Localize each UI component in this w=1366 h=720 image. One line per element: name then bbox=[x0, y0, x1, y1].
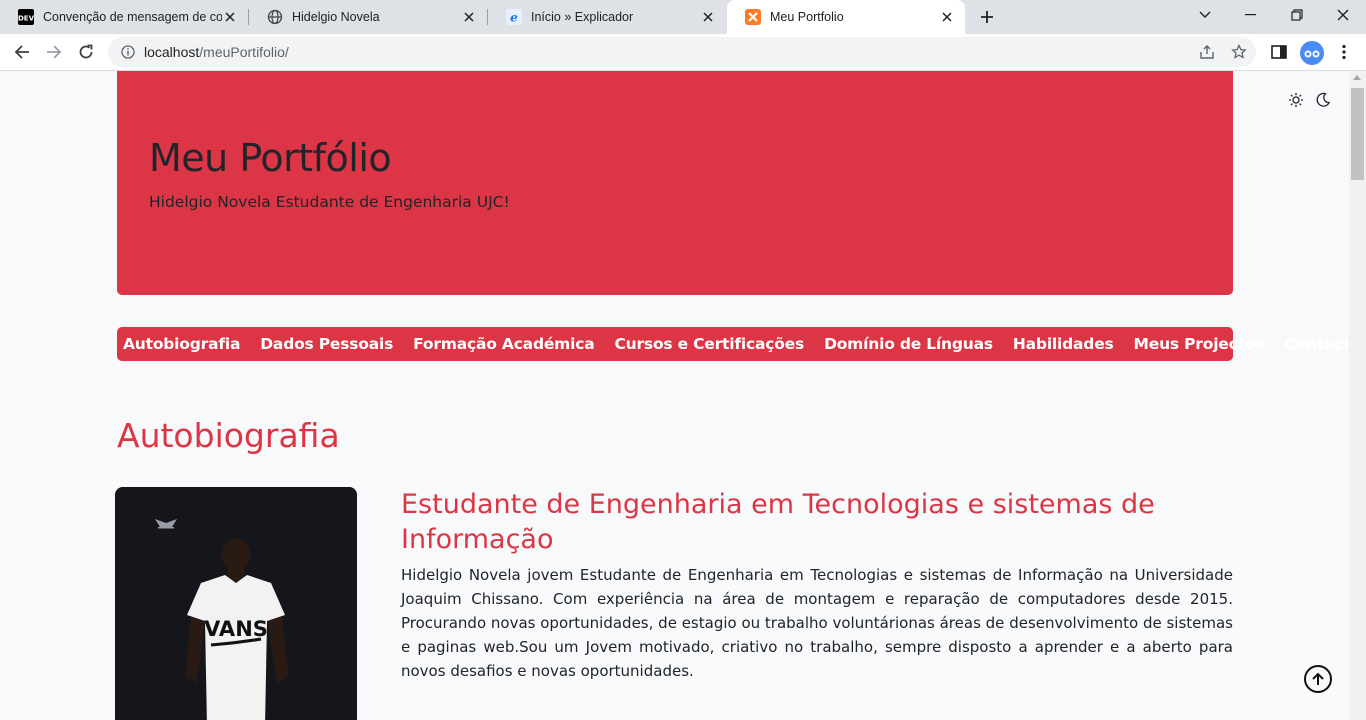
page-scrollbar[interactable] bbox=[1349, 71, 1366, 720]
tab-search-icon[interactable] bbox=[1182, 0, 1228, 30]
share-icon[interactable] bbox=[1198, 43, 1216, 61]
hero-banner: Meu Portfólio Hidelgio Novela Estudante … bbox=[117, 71, 1233, 295]
nav-dominio-linguas[interactable]: Domínio de Línguas bbox=[824, 335, 993, 353]
scrollbar-thumb[interactable] bbox=[1351, 88, 1364, 180]
bookmark-star-icon[interactable] bbox=[1230, 43, 1248, 61]
reload-icon[interactable] bbox=[72, 38, 100, 66]
xampp-icon bbox=[745, 9, 761, 25]
close-window-icon[interactable] bbox=[1320, 0, 1366, 30]
forward-icon[interactable] bbox=[40, 38, 68, 66]
side-panel-icon[interactable] bbox=[1269, 42, 1289, 62]
section-title-autobiografia: Autobiografia bbox=[117, 416, 340, 455]
tab-dev[interactable]: DEV Convenção de mensagem de commit bbox=[0, 0, 248, 34]
new-tab-icon[interactable] bbox=[975, 5, 999, 29]
tab-title: Meu Portfolio bbox=[770, 10, 844, 24]
dark-mode-icon[interactable] bbox=[1314, 91, 1332, 109]
tab-explicador[interactable]: e Início » Explicador bbox=[488, 0, 726, 34]
nav-contactos[interactable]: Contactos bbox=[1284, 335, 1349, 353]
close-tab-icon[interactable] bbox=[461, 9, 477, 25]
tab-hidelgio[interactable]: Hidelgio Novela bbox=[249, 0, 487, 34]
hero-subtitle: Hidelgio Novela Estudante de Engenharia … bbox=[149, 193, 510, 211]
tab-title: Hidelgio Novela bbox=[292, 10, 380, 24]
light-mode-icon[interactable] bbox=[1287, 91, 1305, 109]
nav-autobiografia[interactable]: Autobiografia bbox=[123, 335, 240, 353]
back-icon[interactable] bbox=[8, 38, 36, 66]
main-navbar: Autobiografia Dados Pessoais Formação Ac… bbox=[117, 327, 1349, 361]
tab-meu-portfolio[interactable]: Meu Portfolio bbox=[727, 0, 965, 34]
globe-icon bbox=[267, 9, 283, 25]
svg-text:e: e bbox=[510, 11, 518, 25]
scroll-up-icon[interactable] bbox=[1353, 75, 1361, 80]
nav-habilidades[interactable]: Habilidades bbox=[1013, 335, 1114, 353]
nav-meus-projectos[interactable]: Meus Projectos bbox=[1134, 335, 1265, 353]
back-to-top-button[interactable] bbox=[1304, 665, 1332, 693]
page-viewport: Meu Portfólio Hidelgio Novela Estudante … bbox=[0, 71, 1349, 720]
tab-title: Convenção de mensagem de commit bbox=[43, 10, 222, 24]
close-tab-icon[interactable] bbox=[222, 9, 238, 25]
close-tab-icon[interactable] bbox=[939, 9, 955, 25]
url-path: /meuPortifolio/ bbox=[199, 44, 289, 60]
nav-dados-pessoais[interactable]: Dados Pessoais bbox=[260, 335, 393, 353]
url-text: localhost/meuPortifolio/ bbox=[144, 44, 289, 60]
e-icon: e bbox=[506, 9, 522, 25]
tab-title: Início » Explicador bbox=[531, 10, 634, 24]
minimize-icon[interactable] bbox=[1228, 0, 1274, 30]
page-title: Meu Portfólio bbox=[149, 136, 392, 180]
dev-icon: DEV bbox=[18, 9, 34, 25]
browser-toolbar: localhost/meuPortifolio/ bbox=[0, 34, 1366, 71]
nav-formacao-academica[interactable]: Formação Académica bbox=[413, 335, 595, 353]
nav-cursos-certificacoes[interactable]: Cursos e Certificações bbox=[614, 335, 804, 353]
tab-strip: DEV Convenção de mensagem de commit Hide… bbox=[0, 0, 1366, 34]
address-bar[interactable]: localhost/meuPortifolio/ bbox=[108, 37, 1256, 67]
restore-icon[interactable] bbox=[1274, 0, 1320, 30]
menu-dots-icon[interactable] bbox=[1334, 42, 1354, 62]
svg-text:DEV: DEV bbox=[18, 15, 34, 23]
shirt-logo-text: VANS bbox=[204, 617, 268, 641]
info-icon[interactable] bbox=[120, 44, 136, 60]
close-tab-icon[interactable] bbox=[700, 9, 716, 25]
url-host: localhost bbox=[144, 44, 200, 60]
arrow-up-icon bbox=[1312, 672, 1324, 685]
profile-avatar[interactable] bbox=[1300, 41, 1324, 65]
profile-photo: VANS bbox=[115, 487, 357, 720]
bio-heading: Estudante de Engenharia em Tecnologias e… bbox=[401, 489, 1155, 555]
bio-paragraph: Hidelgio Novela jovem Estudante de Engen… bbox=[401, 566, 1233, 680]
